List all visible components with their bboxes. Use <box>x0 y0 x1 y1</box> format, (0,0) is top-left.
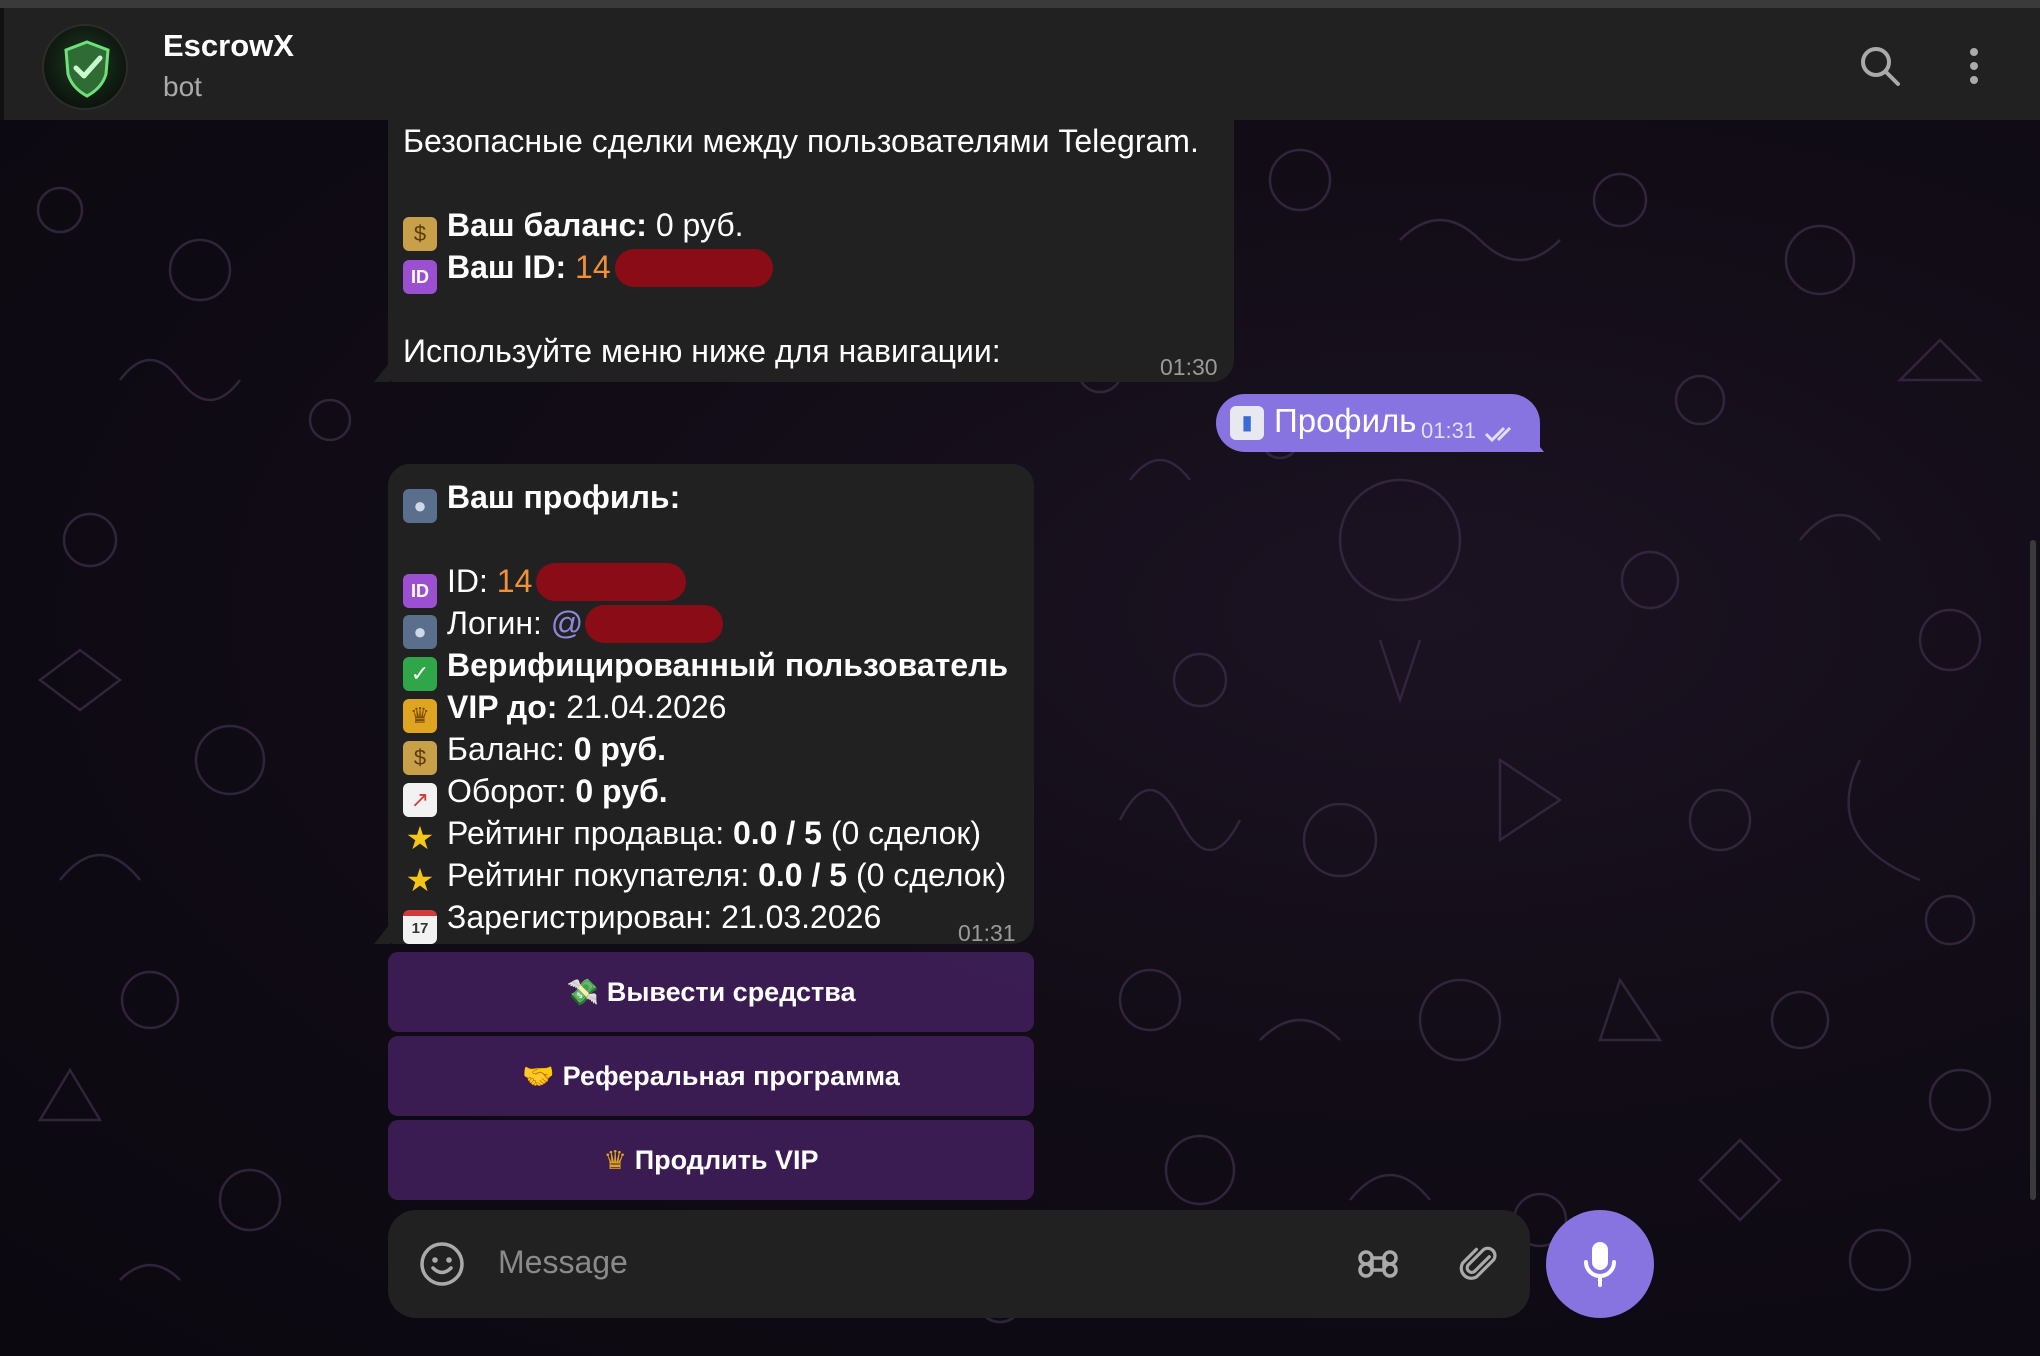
balance-value: 0 руб. <box>646 207 744 243</box>
registered-line: 17 Зарегистрирован: 21.03.2026 <box>403 896 881 944</box>
buyer-deals-count: (0 сделок) <box>847 857 1007 893</box>
profile-balance-line: $ Баланс: 0 руб. <box>403 728 666 775</box>
buyer-rating-label: Рейтинг покупателя: <box>447 857 759 893</box>
outgoing-text: Профиль <box>1274 402 1417 439</box>
smiley-icon[interactable] <box>418 1240 466 1288</box>
paperclip-icon[interactable] <box>1456 1240 1504 1288</box>
withdraw-funds-button[interactable]: 💸 Вывести средства <box>388 952 1034 1032</box>
withdraw-label: Вывести средства <box>606 976 856 1007</box>
redaction-mark <box>536 563 687 601</box>
turnover-label: Оборот: <box>447 773 576 809</box>
money-wings-icon: 💸 <box>566 976 599 1007</box>
id-badge-icon: ID <box>403 260 437 294</box>
chat-subtitle: bot <box>163 71 202 102</box>
outgoing-message-profile: ▮ Профиль 01:31 <box>1216 394 1540 452</box>
profile-message: ● Ваш профиль: ID ID: 14 ● Логин: @ ✓ Верифи… <box>388 464 1034 946</box>
balance-line: $ Ваш баланс: 0 руб. <box>403 204 744 251</box>
telegram-chat-window: EscrowX bot Безопасные сделки между поль… <box>0 0 2040 1356</box>
redaction-mark <box>585 605 724 643</box>
profile-balance-label: Баланс: <box>447 731 574 767</box>
bot-avatar[interactable] <box>42 24 128 110</box>
bot-commands-icon[interactable] <box>1354 1240 1402 1288</box>
crown-icon: ♛ <box>603 1144 627 1175</box>
referral-program-button[interactable]: 🤝 Реферальная программа <box>388 1036 1034 1116</box>
verified-line: ✓ Верифицированный пользователь <box>403 644 1008 691</box>
window-top-border <box>0 0 2040 8</box>
calendar-icon: 17 <box>403 910 437 944</box>
message-time: 01:31 <box>958 920 1016 946</box>
registered-date: Зарегистрирован: 21.03.2026 <box>447 899 882 935</box>
id-value[interactable]: 14 <box>575 249 611 285</box>
seller-rating-line: ★ Рейтинг продавца: 0.0 / 5 (0 сделок) <box>403 812 981 855</box>
vip-line: ♛ VIP до: 21.04.2026 <box>403 686 726 733</box>
outgoing-time: 01:31 <box>1421 418 1477 443</box>
login-value[interactable]: @ <box>551 605 583 641</box>
vip-value: 21.04.2026 <box>557 689 727 725</box>
bar-chart-icon: ▮ <box>1230 406 1264 440</box>
microphone-icon <box>1584 1242 1616 1287</box>
seller-rating-value: 0.0 / 5 <box>732 815 822 851</box>
handshake-icon: 🤝 <box>522 1060 555 1091</box>
message-composer: Message <box>388 1210 1530 1318</box>
chat-title[interactable]: EscrowX <box>163 28 294 64</box>
turnover-value: 0 руб. <box>575 773 668 809</box>
star-icon: ★ <box>405 820 435 856</box>
message-text: Безопасные сделки между пользователями T… <box>403 123 1199 159</box>
profile-title: Ваш профиль: <box>447 479 681 515</box>
double-check-icon <box>1484 426 1512 443</box>
profile-id-value[interactable]: 14 <box>497 563 533 599</box>
seller-rating-label: Рейтинг продавца: <box>447 815 733 851</box>
extend-vip-label: Продлить VIP <box>634 1144 819 1175</box>
profile-id-label: ID: <box>447 563 497 599</box>
buyer-rating-value: 0.0 / 5 <box>758 857 848 893</box>
profile-title-line: ● Ваш профиль: <box>403 476 680 523</box>
id-line: ID Ваш ID: 14 <box>403 246 773 294</box>
bubble-tail <box>374 924 390 944</box>
more-options-icon[interactable] <box>1950 42 1998 90</box>
message-time: 01:30 <box>1160 354 1218 380</box>
voice-record-button[interactable] <box>1546 1210 1654 1318</box>
seller-deals-count: (0 сделок) <box>821 815 982 851</box>
bubble-tail <box>374 362 390 382</box>
turnover-line: ↗ Оборот: 0 руб. <box>403 770 668 817</box>
profile-login-line: ● Логин: @ <box>403 602 724 649</box>
bot-welcome-message: Безопасные сделки между пользователями T… <box>388 100 1234 382</box>
profile-balance-value: 0 руб. <box>573 731 666 767</box>
profile-id-line: ID ID: 14 <box>403 560 687 608</box>
chat-scrollbar[interactable] <box>2030 540 2036 1200</box>
redaction-mark <box>614 249 773 287</box>
verified-status: Верифицированный пользователь <box>447 647 1009 683</box>
login-label: Логин: <box>447 605 551 641</box>
id-label: Ваш ID: <box>447 249 567 285</box>
user-silhouette-icon: ● <box>403 489 437 523</box>
referral-label: Реферальная программа <box>562 1060 900 1091</box>
message-input[interactable]: Message <box>498 1244 628 1281</box>
bubble-tail <box>1528 432 1544 452</box>
navigation-hint: Используйте меню ниже для навигации: <box>403 333 1001 369</box>
star-icon: ★ <box>405 862 435 898</box>
balance-label: Ваш баланс: <box>447 207 647 243</box>
shield-icon <box>64 40 110 98</box>
vip-label: VIP до: <box>447 689 558 725</box>
extend-vip-button[interactable]: ♛ Продлить VIP <box>388 1120 1034 1200</box>
buyer-rating-line: ★ Рейтинг покупателя: 0.0 / 5 (0 сделок) <box>403 854 1007 898</box>
search-icon[interactable] <box>1856 42 1904 90</box>
